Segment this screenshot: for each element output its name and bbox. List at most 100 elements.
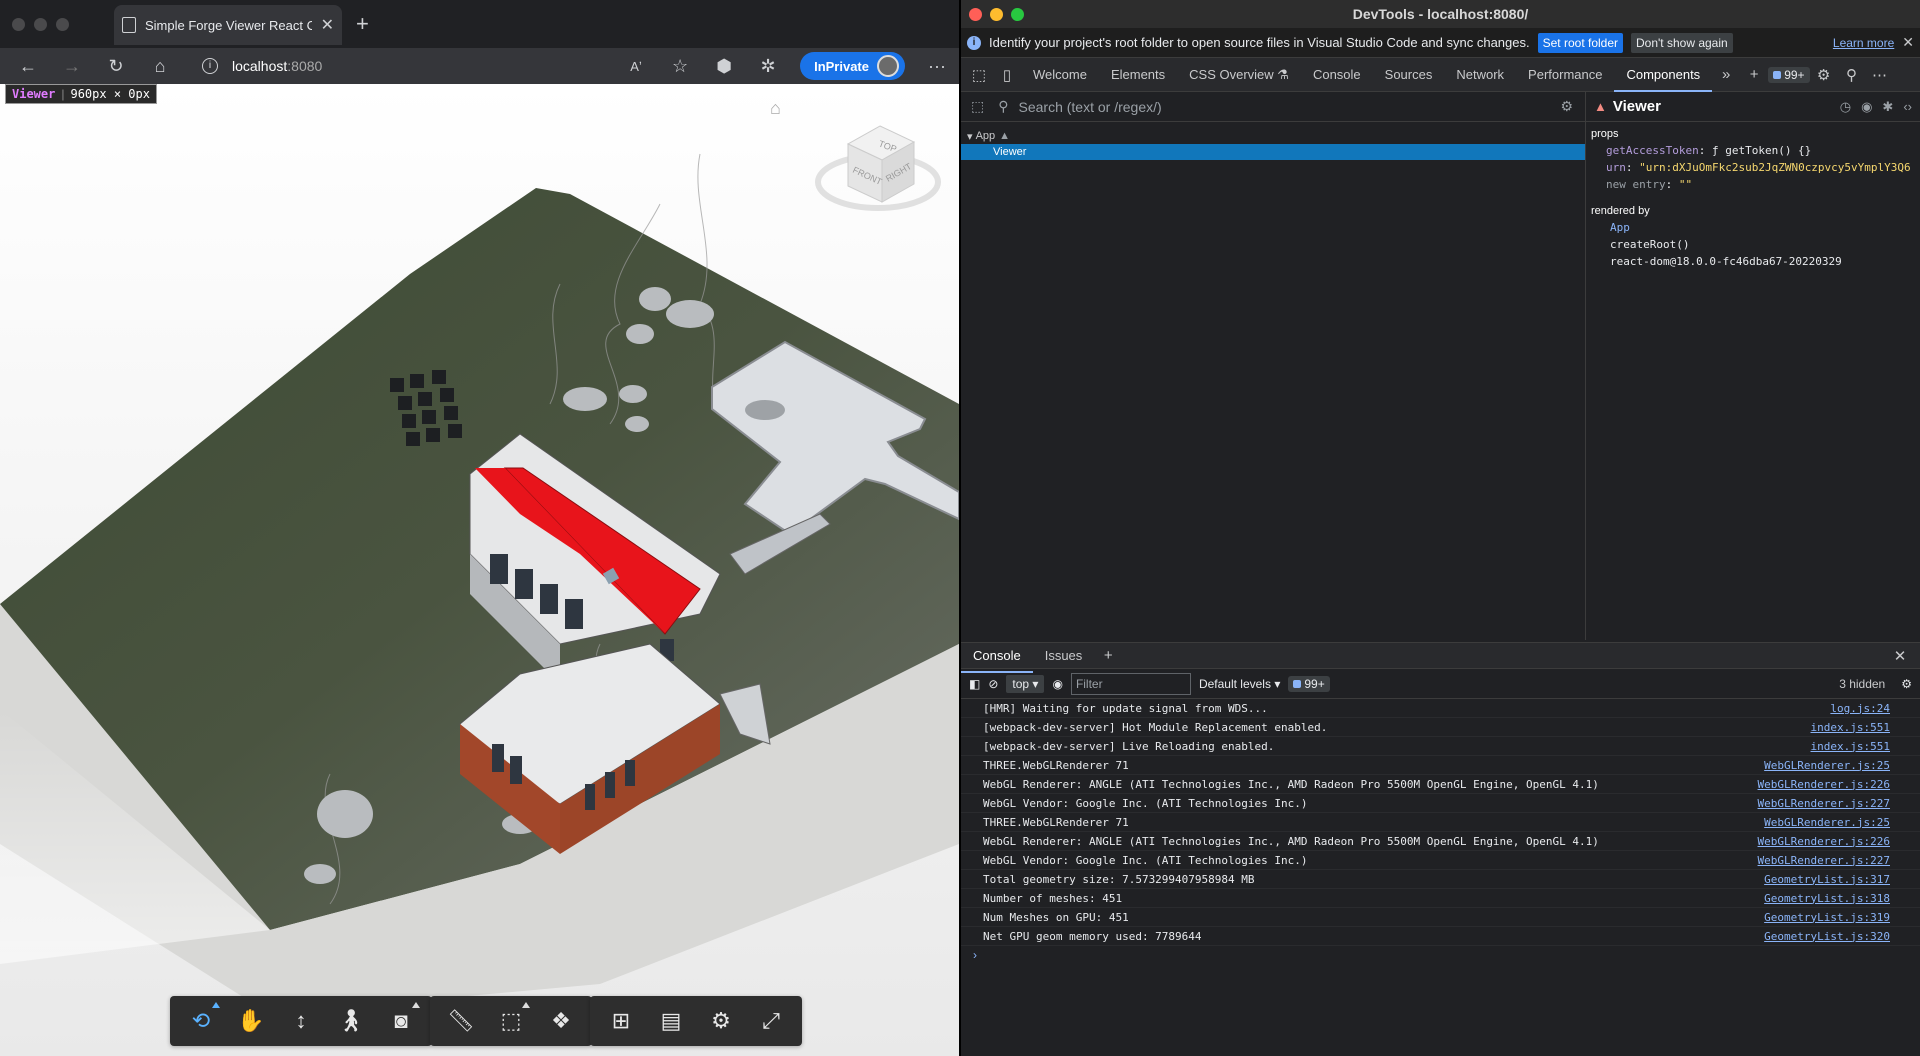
console-source-link[interactable]: WebGLRenderer.js:226 <box>1758 778 1890 791</box>
prop-get-access-token[interactable]: getAccessToken: ƒ getToken() {} <box>1586 142 1920 159</box>
drawer-tab-console[interactable]: Console <box>961 639 1033 673</box>
drawer-add-tab-icon[interactable]: + <box>1094 647 1122 664</box>
forge-viewer-canvas[interactable]: Viewer | 960px × 0px ⌂ TOP FRONT RIGHT ⟲… <box>0 84 959 1056</box>
view-source-icon[interactable]: ‹› <box>1903 99 1912 115</box>
browser-tab[interactable]: Simple Forge Viewer React Co ✕ <box>114 5 342 45</box>
favorites-icon[interactable]: ☆ <box>658 56 702 77</box>
inspect-dom-icon[interactable]: ◉ <box>1861 99 1872 115</box>
tree-node-viewer[interactable]: Viewer <box>961 144 1585 160</box>
console-source-link[interactable]: GeometryList.js:318 <box>1764 892 1890 905</box>
live-expression-icon[interactable]: ◉ <box>1052 677 1062 691</box>
infobar-message: Identify your project's root folder to o… <box>989 35 1530 50</box>
console-issues-counter[interactable]: 99+ <box>1288 675 1330 692</box>
more-menu-icon[interactable]: ··· <box>915 56 959 77</box>
tab-sources[interactable]: Sources <box>1373 58 1445 92</box>
customize-icon[interactable]: ⚲ <box>1838 66 1866 84</box>
tab-elements[interactable]: Elements <box>1099 58 1177 92</box>
model-browser-button[interactable]: ⊞ <box>596 996 646 1046</box>
tab-components[interactable]: Components <box>1614 58 1712 92</box>
new-tab-icon[interactable]: + <box>356 11 369 37</box>
orbit-button[interactable]: ⟲ <box>176 996 226 1046</box>
minimize-window-button[interactable] <box>34 17 47 31</box>
extension-icon[interactable]: ⬢ <box>702 56 746 77</box>
console-source-link[interactable]: WebGLRenderer.js:227 <box>1758 797 1890 810</box>
explode-button[interactable]: ❖ <box>536 996 586 1046</box>
context-selector[interactable]: top ▾ <box>1006 674 1045 693</box>
tree-node-app[interactable]: ▾ App ▲ <box>961 128 1585 144</box>
pan-button[interactable]: ✋ <box>226 996 276 1046</box>
sidebar-toggle-icon[interactable]: ◧ <box>969 677 980 691</box>
console-message: Num Meshes on GPU: 451 GeometryList.js:31… <box>961 908 1920 927</box>
settings-gear-icon[interactable]: ⚙ <box>1810 66 1838 84</box>
fullscreen-button[interactable]: ⤢ <box>746 996 796 1046</box>
zoom-button[interactable]: ↕ <box>276 996 326 1046</box>
suspend-icon[interactable]: ◷ <box>1840 99 1851 115</box>
inspect-element-icon[interactable]: ⬚ <box>965 66 993 84</box>
read-aloud-icon[interactable]: Aʼ <box>614 59 658 74</box>
viewcube[interactable]: TOP FRONT RIGHT <box>810 120 950 230</box>
console-settings-icon[interactable]: ⚙ <box>1901 677 1912 691</box>
console-source-link[interactable]: WebGLRenderer.js:25 <box>1764 759 1890 772</box>
log-levels-dropdown[interactable]: Default levels ▾ <box>1199 677 1280 691</box>
prop-urn[interactable]: urn: "urn:dXJuOmFkc2sub2JqZWN0czpvcy5vYm… <box>1586 159 1920 176</box>
tab-performance[interactable]: Performance <box>1516 58 1614 92</box>
console-source-link[interactable]: GeometryList.js:317 <box>1764 873 1890 886</box>
extensions-puzzle-icon[interactable]: ✲ <box>746 56 790 77</box>
home-icon[interactable]: ⌂ <box>138 56 182 77</box>
rendered-by-app-link[interactable]: App <box>1586 219 1920 236</box>
forward-icon[interactable]: → <box>50 56 94 77</box>
tab-welcome[interactable]: Welcome <box>1021 58 1099 92</box>
close-drawer-icon[interactable]: ✕ <box>1886 647 1914 665</box>
set-root-folder-button[interactable]: Set root folder <box>1537 32 1623 53</box>
back-icon[interactable]: ← <box>6 56 50 77</box>
console-source-link[interactable]: log.js:24 <box>1830 702 1890 715</box>
properties-button[interactable]: ▤ <box>646 996 696 1046</box>
first-person-button[interactable]: 🚶︎ <box>326 996 376 1046</box>
site-info-icon[interactable]: i <box>202 58 218 74</box>
component-search-input[interactable]: Search (text or /regex/) <box>1019 99 1162 115</box>
section-button[interactable]: ⬚ <box>486 996 536 1046</box>
console-message-text: Total geometry size: 7.573299407958984 M… <box>983 872 1255 886</box>
add-tab-icon[interactable]: + <box>1740 66 1768 83</box>
inprivate-button[interactable]: InPrivate <box>800 52 905 80</box>
log-component-icon[interactable]: ✱ <box>1882 99 1893 115</box>
console-filter-input[interactable]: Filter <box>1070 672 1191 695</box>
settings-button[interactable]: ⚙ <box>696 996 746 1046</box>
console-source-link[interactable]: GeometryList.js:319 <box>1764 911 1890 924</box>
reload-icon[interactable]: ↻ <box>94 56 138 77</box>
console-message: [webpack-dev-server] Hot Module Replacem… <box>961 718 1920 737</box>
close-window-button[interactable] <box>12 17 25 31</box>
more-tabs-icon[interactable]: » <box>1712 66 1740 83</box>
issues-count: 99+ <box>1784 67 1805 82</box>
prop-new-entry[interactable]: new entry: "" <box>1586 176 1920 193</box>
zoom-window-button[interactable] <box>56 17 69 31</box>
close-tab-icon[interactable]: ✕ <box>321 15 334 35</box>
close-infobar-icon[interactable]: ✕ <box>1902 34 1914 51</box>
warning-icon: ▲ <box>1594 99 1607 114</box>
console-source-link[interactable]: index.js:551 <box>1811 721 1890 734</box>
measure-button[interactable]: 📏︎ <box>436 996 486 1046</box>
device-toolbar-icon[interactable]: ▯ <box>993 66 1021 84</box>
console-source-link[interactable]: GeometryList.js:320 <box>1764 930 1890 943</box>
console-source-link[interactable]: WebGLRenderer.js:25 <box>1764 816 1890 829</box>
select-element-icon[interactable]: ⬚ <box>971 98 984 115</box>
viewcube-home-icon[interactable]: ⌂ <box>770 98 781 119</box>
drawer-tab-issues[interactable]: Issues <box>1033 639 1095 673</box>
console-source-link[interactable]: WebGLRenderer.js:226 <box>1758 835 1890 848</box>
tab-console[interactable]: Console <box>1301 58 1373 92</box>
console-source-link[interactable]: WebGLRenderer.js:227 <box>1758 854 1890 867</box>
learn-more-link[interactable]: Learn more <box>1833 36 1894 50</box>
console-log-list: [HMR] Waiting for update signal from WDS… <box>961 699 1920 946</box>
console-prompt[interactable]: › <box>961 946 1920 964</box>
tree-settings-icon[interactable]: ⚙ <box>1560 98 1573 115</box>
more-options-icon[interactable]: ⋯ <box>1866 66 1894 84</box>
clear-console-icon[interactable]: ⊘ <box>988 677 998 691</box>
info-icon: i <box>967 35 981 50</box>
dont-show-again-button[interactable]: Don't show again <box>1631 32 1733 53</box>
camera-button[interactable]: ◙ <box>376 996 426 1046</box>
tab-network[interactable]: Network <box>1444 58 1516 92</box>
tab-css-overview[interactable]: CSS Overview ⚗ <box>1177 58 1301 92</box>
issues-counter[interactable]: 99+ <box>1768 66 1810 83</box>
console-source-link[interactable]: index.js:551 <box>1811 740 1890 753</box>
props-section-title: props <box>1591 128 1619 140</box>
